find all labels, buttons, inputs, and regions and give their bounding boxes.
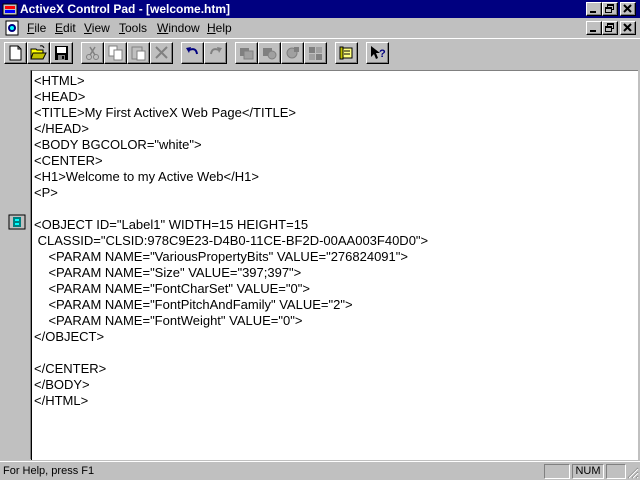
insert-control-button[interactable] <box>235 42 258 64</box>
status-panel-blank <box>544 464 570 479</box>
open-icon <box>30 45 47 60</box>
code-line[interactable]: </HTML> <box>34 393 428 409</box>
code-line[interactable]: <P> <box>34 185 428 201</box>
object-gutter[interactable] <box>2 70 31 459</box>
restore-button[interactable] <box>602 2 618 16</box>
code-line[interactable]: <HTML> <box>34 73 428 89</box>
code-line[interactable]: <PARAM NAME="Size" VALUE="397;397"> <box>34 265 428 281</box>
code-line[interactable]: <HEAD> <box>34 89 428 105</box>
document-icon[interactable] <box>4 20 20 36</box>
undo-button[interactable] <box>181 42 204 64</box>
mdi-minimize-button[interactable] <box>586 21 602 35</box>
scroll-icon <box>339 46 353 60</box>
code-line[interactable]: </BODY> <box>34 377 428 393</box>
editor-frame: <HTML> <HEAD> <TITLE>My First ActiveX Web … <box>0 68 640 461</box>
close-button[interactable] <box>620 2 636 16</box>
menu-edit[interactable]: Edit <box>55 21 76 35</box>
context-help-button[interactable]: ? <box>366 42 389 64</box>
status-bar: For Help, press F1 NUM <box>0 461 640 480</box>
resize-grip-icon[interactable] <box>627 467 639 479</box>
menu-window[interactable]: Window <box>157 21 200 35</box>
menu-view[interactable]: View <box>84 21 110 35</box>
menu-help[interactable]: Help <box>207 21 232 35</box>
toolbar: ? <box>0 38 640 68</box>
redo-icon <box>210 47 222 55</box>
status-panel-blank-2 <box>606 464 626 479</box>
edit-control-button[interactable] <box>258 42 281 64</box>
restore-icon <box>605 23 614 32</box>
edit-control-icon <box>263 48 277 60</box>
insert-control-icon <box>240 48 254 60</box>
open-button[interactable] <box>27 42 50 64</box>
code-line[interactable]: <H1>Welcome to my Active Web</H1> <box>34 169 428 185</box>
new-icon <box>9 45 22 61</box>
restore-icon <box>605 4 614 13</box>
code-line[interactable]: </CENTER> <box>34 361 428 377</box>
layout-icon <box>309 47 322 60</box>
menu-file[interactable]: File <box>27 21 46 35</box>
copy-button[interactable] <box>104 42 127 64</box>
menu-tools[interactable]: Tools <box>119 21 147 35</box>
cut-button[interactable] <box>81 42 104 64</box>
activex-app-icon[interactable] <box>2 1 18 17</box>
paste-button[interactable] <box>127 42 150 64</box>
status-help-text: For Help, press F1 <box>3 465 95 477</box>
scroll-button[interactable] <box>335 42 358 64</box>
minimize-icon <box>590 11 596 13</box>
copy-icon <box>108 45 123 61</box>
code-line[interactable]: CLASSID="CLSID:978C9E23-D4B0-11CE-BF2D-0… <box>34 233 429 249</box>
new-button[interactable] <box>4 42 27 64</box>
code-line[interactable]: <PARAM NAME="VariousPropertyBits" VALUE=… <box>34 249 428 265</box>
save-icon <box>55 46 68 60</box>
undo-icon <box>186 47 198 55</box>
code-line[interactable] <box>34 201 428 217</box>
code-line[interactable]: <PARAM NAME="FontCharSet" VALUE="0"> <box>34 281 428 297</box>
window-title: ActiveX Control Pad - [welcome.htm] <box>20 2 231 16</box>
mdi-close-button[interactable] <box>620 21 636 35</box>
minimize-icon <box>590 30 596 32</box>
script-wizard-icon <box>286 47 299 59</box>
code-line[interactable]: <BODY BGCOLOR="white"> <box>34 137 428 153</box>
close-icon <box>623 23 632 32</box>
cut-icon <box>86 46 99 60</box>
object-marker-icon[interactable] <box>8 214 26 230</box>
save-button[interactable] <box>50 42 73 64</box>
code-line[interactable]: </OBJECT> <box>34 329 428 345</box>
mdi-restore-button[interactable] <box>602 21 618 35</box>
html-code-editor[interactable]: <HTML> <HEAD> <TITLE>My First ActiveX Web … <box>31 70 638 460</box>
menu-bar: File Edit View Tools Window Help <box>0 18 640 38</box>
close-icon <box>623 4 632 13</box>
context-help-icon: ? <box>371 46 386 60</box>
num-lock-indicator: NUM <box>572 464 604 479</box>
layout-button[interactable] <box>304 42 327 64</box>
code-line[interactable]: <TITLE>My First ActiveX Web Page</TITLE> <box>34 105 428 121</box>
code-line[interactable]: <OBJECT ID="Label1" WIDTH=15 HEIGHT=15 <box>34 217 428 233</box>
code-line[interactable] <box>34 345 428 361</box>
code-line[interactable]: <CENTER> <box>34 153 428 169</box>
delete-button[interactable] <box>150 42 173 64</box>
code-text[interactable]: <HTML> <HEAD> <TITLE>My First ActiveX Web … <box>34 73 428 409</box>
script-wizard-button[interactable] <box>281 42 304 64</box>
paste-icon <box>131 46 146 61</box>
svg-text:?: ? <box>379 48 386 60</box>
redo-button[interactable] <box>204 42 227 64</box>
code-line[interactable]: </HEAD> <box>34 121 428 137</box>
code-line[interactable]: <PARAM NAME="FontPitchAndFamily" VALUE="… <box>34 297 428 313</box>
title-bar[interactable]: ActiveX Control Pad - [welcome.htm] <box>0 0 640 18</box>
delete-icon <box>155 46 168 59</box>
minimize-button[interactable] <box>586 2 602 16</box>
code-line[interactable]: <PARAM NAME="FontWeight" VALUE="0"> <box>34 313 428 329</box>
